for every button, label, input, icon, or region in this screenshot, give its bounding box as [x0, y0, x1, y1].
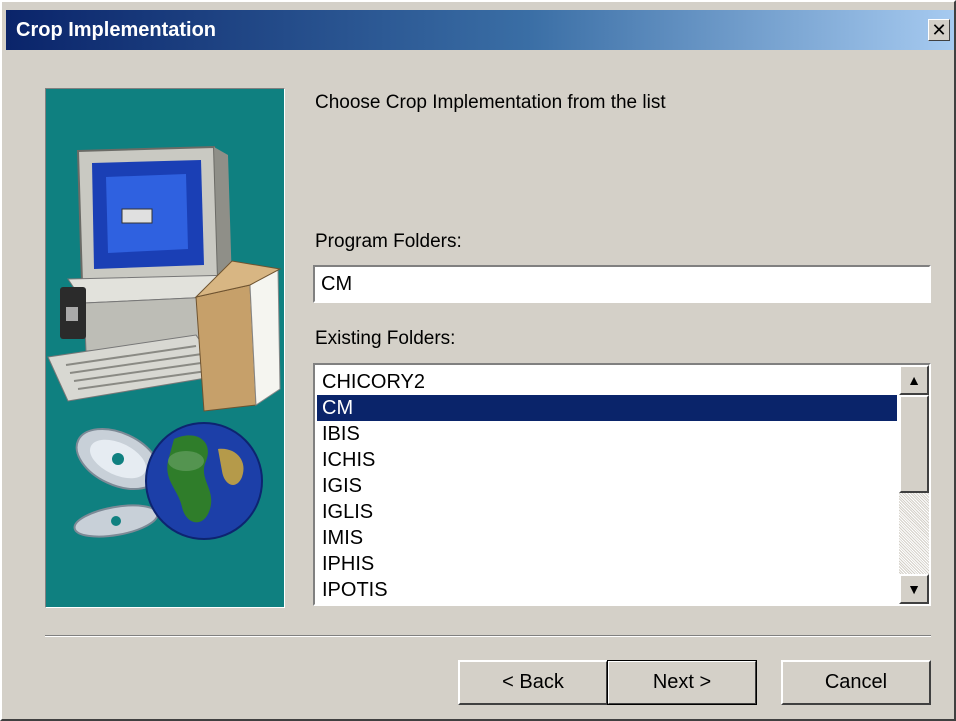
window-title: Crop Implementation [16, 19, 217, 41]
list-item-ibis[interactable]: IBIS [317, 421, 897, 447]
list-item-chicory2[interactable]: CHICORY2 [317, 369, 897, 395]
next-button[interactable]: Next > [607, 660, 757, 705]
back-button[interactable]: < Back [458, 660, 608, 705]
footer-separator [45, 635, 931, 637]
scroll-down-arrow-icon: ▼ [907, 581, 921, 597]
scroll-up-button[interactable]: ▲ [899, 365, 929, 395]
list-item-ipotis[interactable]: IPOTIS [317, 577, 897, 603]
title-bar[interactable]: Crop Implementation ✕ [6, 10, 954, 50]
computer-globe-illustration [47, 145, 282, 540]
scroll-thumb[interactable] [899, 395, 929, 493]
list-item-iglis[interactable]: IGLIS [317, 499, 897, 525]
list-item-cm[interactable]: CM [317, 395, 897, 421]
list-item-iphis[interactable]: IPHIS [317, 551, 897, 577]
close-button[interactable]: ✕ [928, 19, 950, 41]
list-item-igis[interactable]: IGIS [317, 473, 897, 499]
list-scrollbar[interactable]: ▲ ▼ [899, 365, 929, 604]
cancel-button[interactable]: Cancel [781, 660, 931, 705]
scroll-down-button[interactable]: ▼ [899, 574, 929, 604]
list-item-ichis[interactable]: ICHIS [317, 447, 897, 473]
wizard-illustration [45, 88, 285, 608]
program-folders-input[interactable]: CM [313, 265, 931, 303]
scroll-up-arrow-icon: ▲ [907, 372, 921, 388]
existing-folders-label: Existing Folders: [315, 328, 456, 349]
close-icon: ✕ [931, 20, 947, 40]
instructions-text: Choose Crop Implementation from the list [315, 92, 666, 113]
list-item-imis[interactable]: IMIS [317, 525, 897, 551]
existing-folders-list[interactable]: CHICORY2 CM IBIS ICHIS IGIS IGLIS IMIS I… [313, 363, 931, 606]
program-folders-label: Program Folders: [315, 231, 462, 252]
dialog-window: Crop Implementation ✕ Choose Crop Implem… [0, 0, 956, 721]
